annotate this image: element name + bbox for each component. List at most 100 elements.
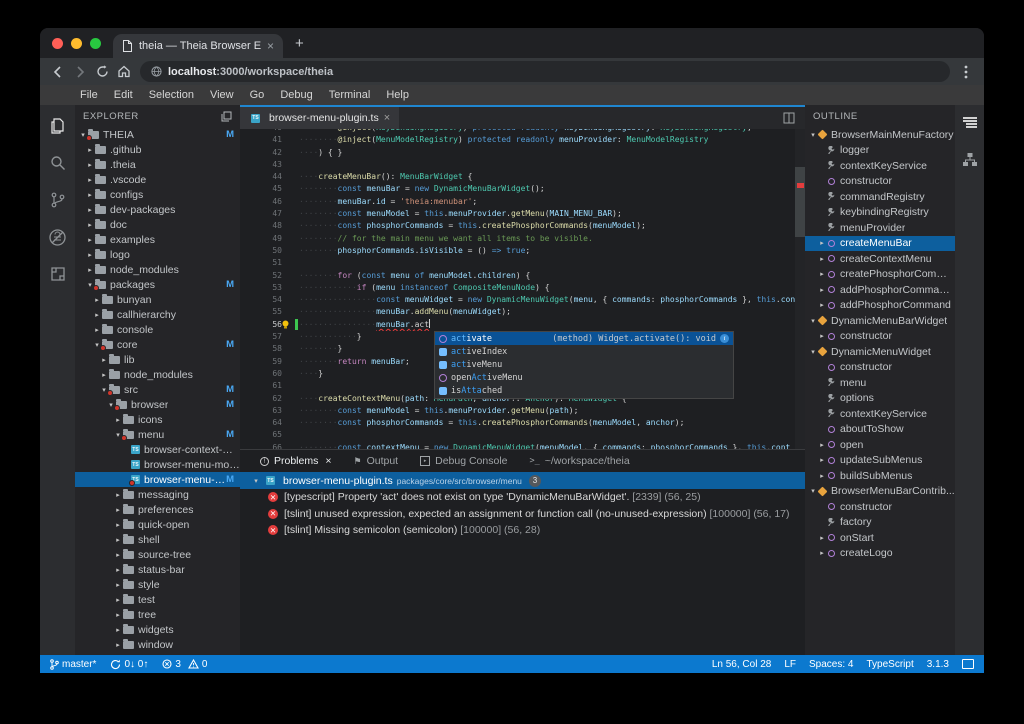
status-item[interactable]: 3.1.3	[927, 659, 949, 670]
problem-row[interactable]: ✕ [tslint] unused expression, expected an…	[240, 506, 805, 523]
folder-item-browser[interactable]: ▾ browser M	[75, 397, 240, 412]
info-icon[interactable]: i	[720, 334, 729, 344]
problems-status[interactable]: 3 0	[162, 659, 207, 670]
outline-item-factory[interactable]: factory	[805, 515, 955, 531]
folder-item-packages[interactable]: ▾ packages M	[75, 277, 240, 292]
outline-item-keybindingRegistry[interactable]: keybindingRegistry	[805, 205, 955, 221]
file-item-browser-context-menu-r...[interactable]: TS browser-context-menu-r...	[75, 442, 240, 457]
outline-item-updateSubMenus[interactable]: ▸ updateSubMenus	[805, 453, 955, 469]
address-bar[interactable]: localhost:3000/workspace/theia	[140, 61, 950, 82]
outline-item-constructor[interactable]: ▸ constructor	[805, 329, 955, 345]
folder-item-test[interactable]: ▸ test	[75, 592, 240, 607]
menubar-item-go[interactable]: Go	[242, 89, 273, 101]
sync-status[interactable]: 0↓ 0↑	[110, 659, 148, 670]
feedback-icon[interactable]	[962, 659, 974, 669]
forward-button[interactable]	[70, 62, 90, 82]
folder-item-icons[interactable]: ▸ icons	[75, 412, 240, 427]
code-line-42[interactable]: 42 ····) { }	[240, 147, 795, 159]
status-item[interactable]: LF	[784, 659, 796, 670]
outline-item-commandRegistry[interactable]: commandRegistry	[805, 189, 955, 205]
suggest-item-activeIndex[interactable]: activeIndex	[435, 345, 733, 358]
outline-item-menuProvider[interactable]: menuProvider	[805, 220, 955, 236]
folder-item-configs[interactable]: ▸ configs	[75, 187, 240, 202]
problem-row[interactable]: ✕ [typescript] Property 'act' does not ex…	[240, 489, 805, 506]
outline-item-DynamicMenuBarWidget[interactable]: ▾ DynamicMenuBarWidget	[805, 313, 955, 329]
outline-item-createLogo[interactable]: ▸ createLogo	[805, 546, 955, 562]
folder-item-preferences[interactable]: ▸ preferences	[75, 502, 240, 517]
source-control-icon[interactable]	[47, 189, 69, 211]
folder-item-shell[interactable]: ▸ shell	[75, 532, 240, 547]
editor-scrollbar-thumb[interactable]	[795, 167, 805, 237]
folder-item-doc[interactable]: ▸ doc	[75, 217, 240, 232]
outline-item-BrowserMenuBarContrib[interactable]: ▾ BrowserMenuBarContrib...	[805, 484, 955, 500]
outline-item-aboutToShow[interactable]: aboutToShow	[805, 422, 955, 438]
outline-item-menu[interactable]: menu	[805, 375, 955, 391]
outline-item-open[interactable]: ▸ open	[805, 437, 955, 453]
outline-item-onStart[interactable]: ▸ onStart	[805, 530, 955, 546]
panel-tab-output[interactable]: ⚑ Output	[344, 455, 409, 467]
folder-item-.vscode[interactable]: ▸ .vscode	[75, 172, 240, 187]
outline-item-logger[interactable]: logger	[805, 143, 955, 159]
folder-item-window[interactable]: ▸ window	[75, 637, 240, 652]
folder-item-status-bar[interactable]: ▸ status-bar	[75, 562, 240, 577]
menubar-item-selection[interactable]: Selection	[141, 89, 202, 101]
browser-tab[interactable]: theia — Theia Browser Example ×	[113, 34, 283, 58]
folder-item-core[interactable]: ▾ core M	[75, 337, 240, 352]
suggest-item-activate[interactable]: activate (method) Widget.activate(): void…	[435, 332, 733, 346]
problems-file-row[interactable]: ▾ TS browser-menu-plugin.ts packages/cor…	[240, 472, 805, 489]
code-line-53[interactable]: 53 ············if (menu instanceof Compos…	[240, 282, 795, 294]
status-item[interactable]: TypeScript	[867, 659, 914, 670]
close-window-icon[interactable]	[52, 37, 63, 49]
code-line-51[interactable]: 51	[240, 257, 795, 269]
zoom-window-icon[interactable]	[90, 37, 101, 49]
file-item-about-dialog.ts[interactable]: TSabout-dialog.ts	[75, 652, 240, 656]
folder-item-.github[interactable]: ▸ .github	[75, 142, 240, 157]
outline-item-addPhosphorCommands[interactable]: ▸ addPhosphorCommands	[805, 282, 955, 298]
code-line-52[interactable]: 52 ········for (const menu of menuModel.c…	[240, 270, 795, 282]
folder-item-quick-open[interactable]: ▸ quick-open	[75, 517, 240, 532]
status-item[interactable]: Spaces: 4	[809, 659, 853, 670]
outline-item-createMenuBar[interactable]: ▸ createMenuBar	[805, 235, 955, 251]
folder-item-tree[interactable]: ▸ tree	[75, 607, 240, 622]
new-tab-button[interactable]: +	[283, 35, 316, 52]
outline-item-createPhosphorComma[interactable]: ▸ createPhosphorComma...	[805, 267, 955, 283]
outline-view-icon[interactable]	[960, 113, 980, 133]
folder-item-callhierarchy[interactable]: ▸ callhierarchy	[75, 307, 240, 322]
git-branch-status[interactable]: master*	[50, 659, 96, 670]
debug-icon[interactable]	[47, 226, 69, 248]
minimize-window-icon[interactable]	[71, 37, 82, 49]
outline-item-buildSubMenus[interactable]: ▸ buildSubMenus	[805, 468, 955, 484]
split-editor-icon[interactable]	[783, 112, 795, 124]
code-line-47[interactable]: 47 ········const menuModel = this.menuPro…	[240, 208, 795, 220]
suggest-item-openActiveMenu[interactable]: openActiveMenu	[435, 372, 733, 385]
code-line-46[interactable]: 46 ········menuBar.id = 'theia:menubar';	[240, 196, 795, 208]
code-line-65[interactable]: 65	[240, 429, 795, 441]
reload-button[interactable]	[92, 62, 112, 82]
code-line-45[interactable]: 45 ········const menuBar = new DynamicMen…	[240, 183, 795, 195]
code-line-56[interactable]: 56 ················menuBar.act	[240, 318, 795, 331]
panel-tab-problems[interactable]: ! Problems ×	[250, 455, 342, 467]
outline-item-constructor[interactable]: constructor	[805, 360, 955, 376]
folder-item-dev-packages[interactable]: ▸ dev-packages	[75, 202, 240, 217]
folder-item-menu[interactable]: ▾ menu M	[75, 427, 240, 442]
code-line-64[interactable]: 64 ········const phosphorCommands = this.…	[240, 417, 795, 429]
folder-item-.theia[interactable]: ▸ .theia	[75, 157, 240, 172]
problem-row[interactable]: ✕ [tslint] Missing semicolon (semicolon) …	[240, 522, 805, 539]
suggest-item-activeMenu[interactable]: activeMenu	[435, 358, 733, 371]
menubar-item-file[interactable]: File	[72, 89, 106, 101]
menubar-item-debug[interactable]: Debug	[272, 89, 320, 101]
folder-item-src[interactable]: ▾ src M	[75, 382, 240, 397]
file-item-browser-menu-module.ts[interactable]: TS browser-menu-module.ts	[75, 457, 240, 472]
folder-item-messaging[interactable]: ▸ messaging	[75, 487, 240, 502]
editor-tab[interactable]: TS browser-menu-plugin.ts ×	[240, 107, 400, 129]
code-line-55[interactable]: 55 ················menuBar.addMenu(menuWi…	[240, 306, 795, 318]
explorer-icon[interactable]	[47, 115, 69, 137]
status-item[interactable]: Ln 56, Col 28	[712, 659, 772, 670]
outline-item-contextKeyService[interactable]: contextKeyService	[805, 406, 955, 422]
home-button[interactable]	[114, 62, 134, 82]
back-button[interactable]	[48, 62, 68, 82]
code-line-44[interactable]: 44 ····createMenuBar(): MenuBarWidget {	[240, 171, 795, 183]
browser-tab-close-icon[interactable]: ×	[267, 39, 274, 53]
code-line-49[interactable]: 49 ········// for the main menu we want a…	[240, 233, 795, 245]
folder-item-bunyan[interactable]: ▸ bunyan	[75, 292, 240, 307]
